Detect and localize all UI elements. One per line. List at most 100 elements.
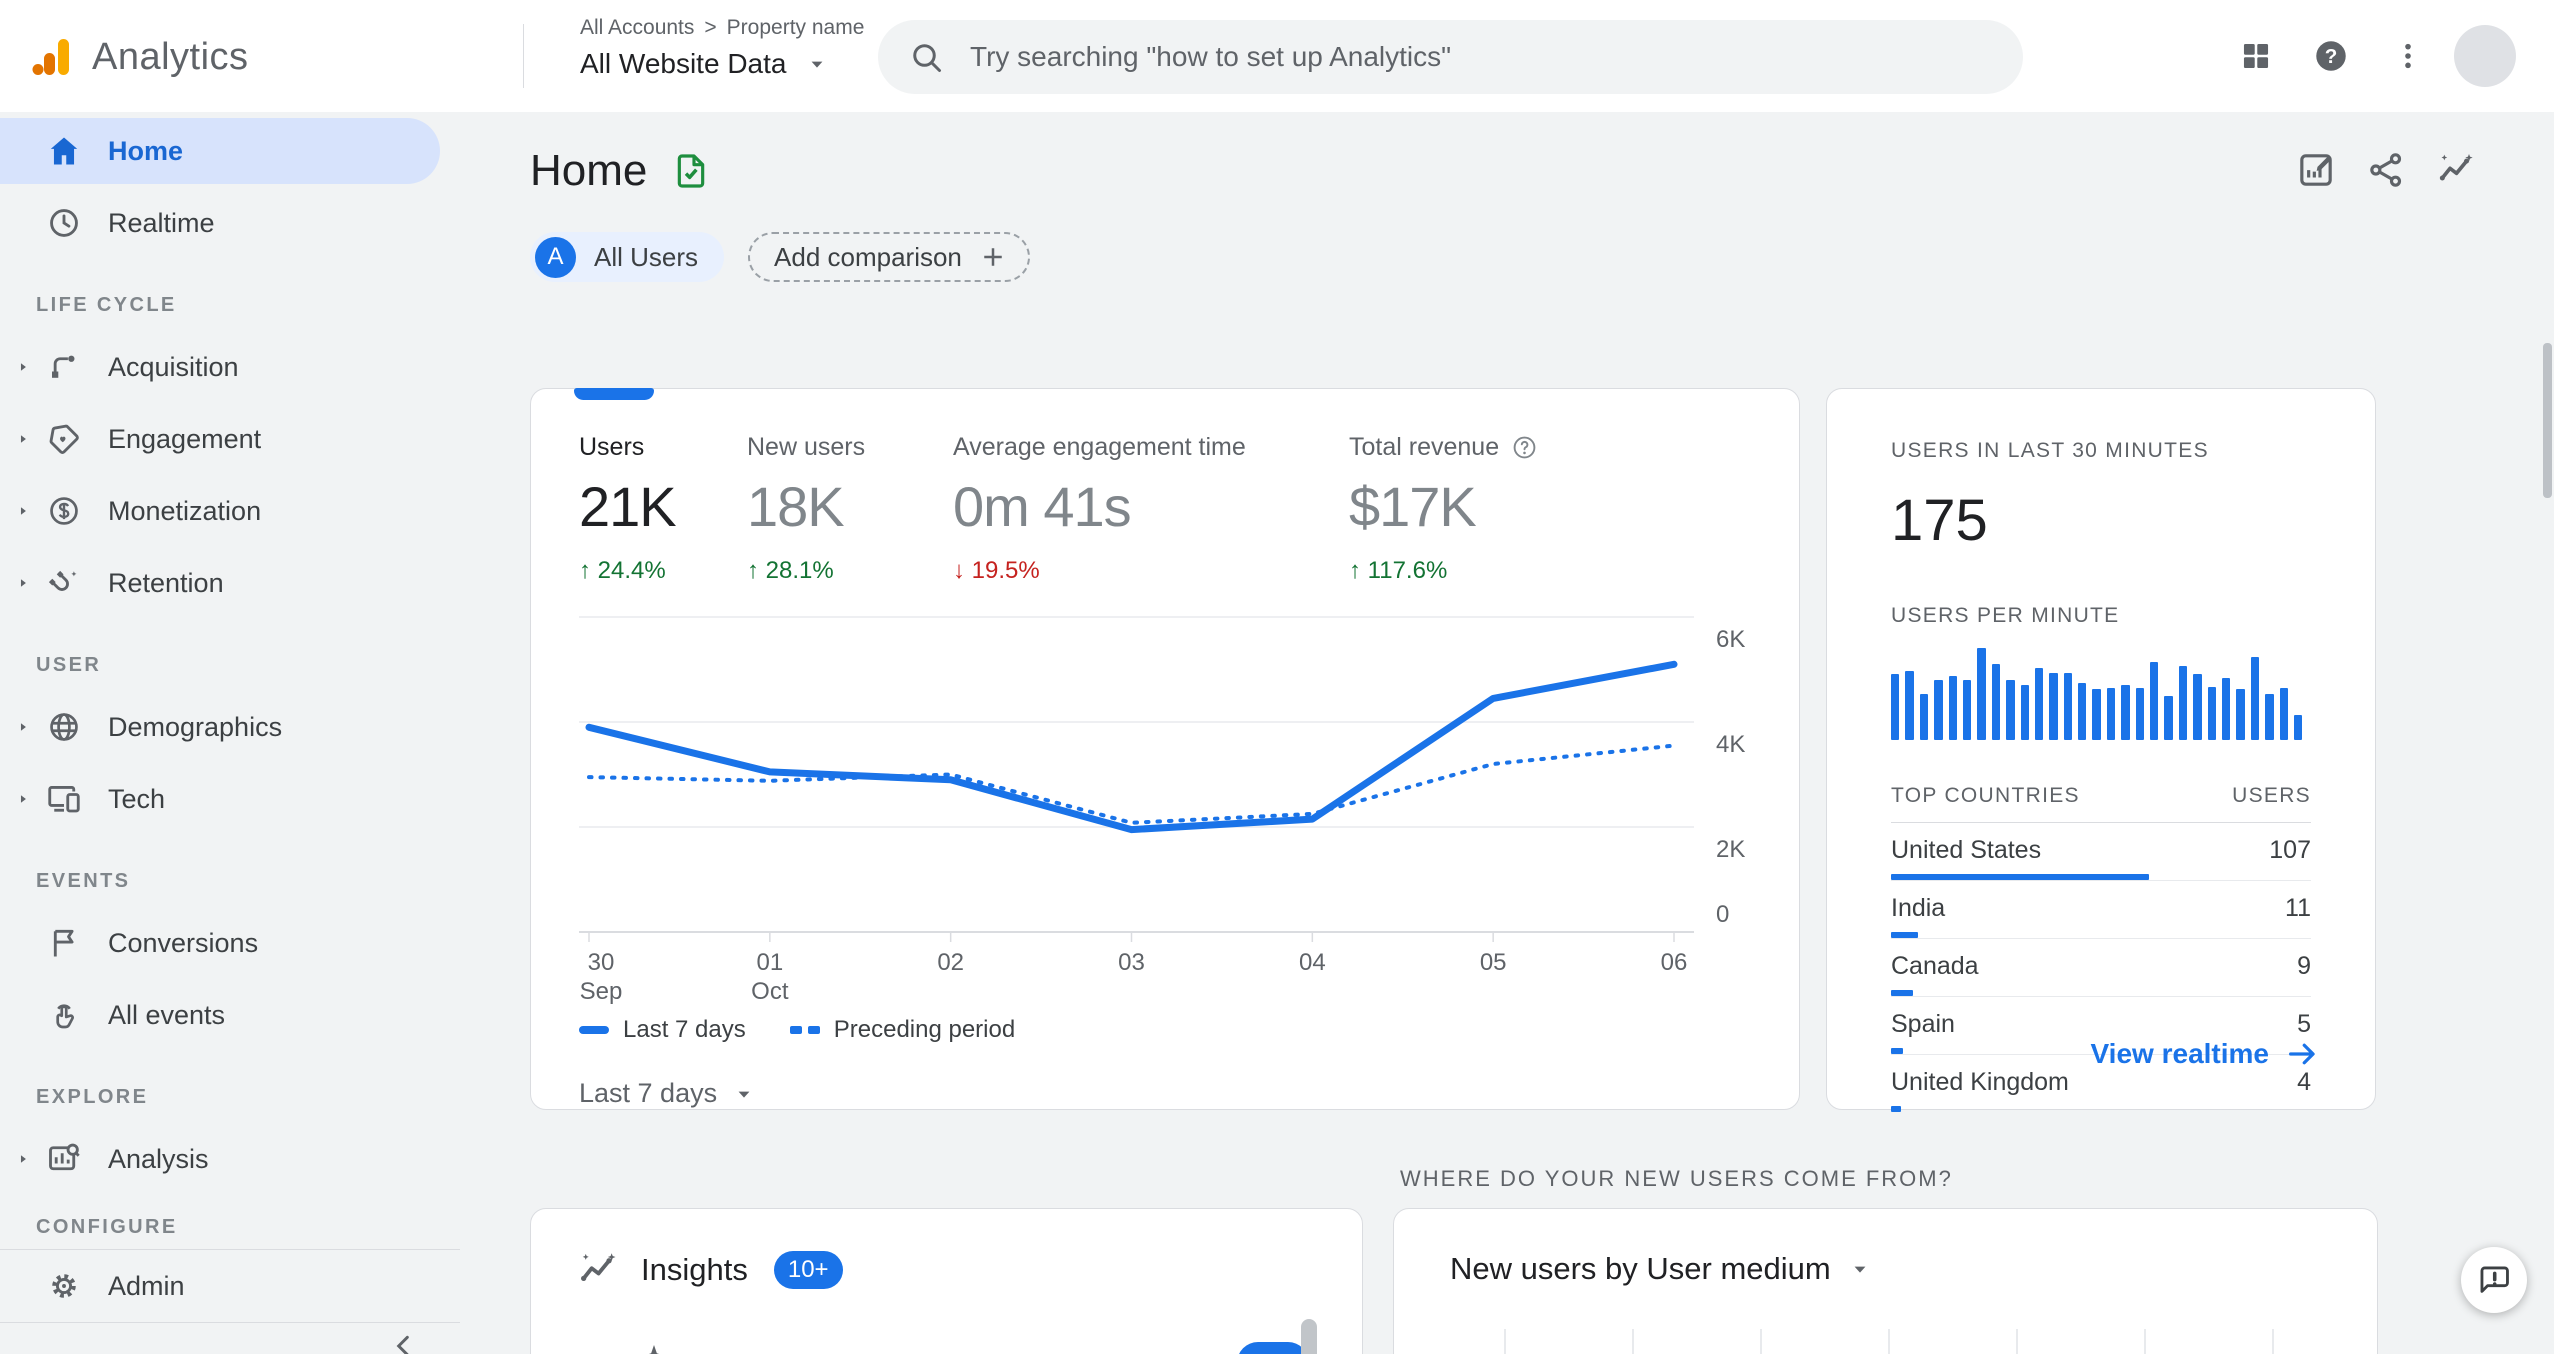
sidebar-item-analysis[interactable]: Analysis xyxy=(0,1123,460,1195)
expand-icon[interactable] xyxy=(0,432,46,446)
sidebar-item-realtime[interactable]: Realtime xyxy=(0,187,460,259)
country-name: Spain xyxy=(1891,1010,1955,1038)
legend-solid-marker xyxy=(579,1026,609,1034)
sidebar-item-tech[interactable]: Tech xyxy=(0,763,460,835)
minute-bar xyxy=(2279,688,2288,740)
apps-grid-icon[interactable] xyxy=(2239,39,2273,73)
svg-text:30: 30 xyxy=(588,949,615,976)
active-tab-indicator xyxy=(574,388,654,400)
svg-text:05: 05 xyxy=(1480,949,1507,976)
minute-bar xyxy=(1934,680,1943,740)
country-name: United States xyxy=(1891,836,2042,864)
sidebar-item-all-events[interactable]: All events xyxy=(0,979,460,1051)
sidebar-item-label: Tech xyxy=(108,783,166,814)
sidebar: Home Realtime LIFE CYCLE Acquisition Engagem… xyxy=(0,112,460,1354)
top-countries-header: TOP COUNTRIES xyxy=(1891,784,2080,807)
new-users-dimension-selector[interactable]: New users by User medium xyxy=(1450,1251,2377,1287)
expand-icon[interactable] xyxy=(0,504,46,518)
metric-tab-users[interactable]: Users 21K ↑ 24.4% xyxy=(579,433,747,585)
breadcrumb-property[interactable]: Property name xyxy=(727,16,865,40)
sidebar-item-label: Realtime xyxy=(108,207,215,238)
sidebar-item-engagement[interactable]: Engagement xyxy=(0,403,460,475)
sidebar-item-label: Retention xyxy=(108,567,224,598)
minute-bar xyxy=(2236,689,2245,740)
users-per-minute-label: USERS PER MINUTE xyxy=(1891,604,2120,627)
sidebar-item-label: Conversions xyxy=(108,927,259,958)
metric-tab-total-revenue[interactable]: Total revenue $17K ↑ 117.6% xyxy=(1349,433,1669,585)
breadcrumb[interactable]: All Accounts > Property name xyxy=(580,16,864,40)
analysis-icon xyxy=(46,1141,82,1177)
sidebar-item-label: Engagement xyxy=(108,423,262,454)
metric-tab-new-users[interactable]: New users 18K ↑ 28.1% xyxy=(747,433,953,585)
customize-report-icon[interactable] xyxy=(2296,150,2336,190)
minute-bar xyxy=(2135,688,2145,740)
sidebar-item-monetization[interactable]: Monetization xyxy=(0,475,460,547)
svg-text:2K: 2K xyxy=(1716,836,1745,863)
sidebar-item-label: Analysis xyxy=(108,1143,209,1174)
date-range-selector[interactable]: Last 7 days xyxy=(579,1078,1799,1109)
share-icon[interactable] xyxy=(2366,150,2406,190)
help-icon[interactable]: ? xyxy=(2312,37,2350,75)
sidebar-item-conversions[interactable]: Conversions xyxy=(0,907,460,979)
sidebar-item-retention[interactable]: Retention xyxy=(0,547,460,619)
all-users-chip[interactable]: A All Users xyxy=(530,232,725,282)
product-name: Analytics xyxy=(92,35,249,78)
expand-icon[interactable] xyxy=(0,1152,46,1166)
insights-scrollbar[interactable] xyxy=(1301,1319,1317,1354)
demographics-icon xyxy=(46,709,82,745)
metric-label: Average engagement time xyxy=(953,433,1246,461)
metric-label: Users xyxy=(579,433,645,461)
insights-icon[interactable] xyxy=(2436,150,2476,190)
insights-count-badge: 10+ xyxy=(773,1251,843,1289)
search-bar[interactable] xyxy=(878,20,2023,94)
help-outline-icon[interactable] xyxy=(1511,434,1538,461)
search-input[interactable] xyxy=(970,41,1890,73)
minute-bar xyxy=(2193,674,2202,740)
breadcrumb-separator: > xyxy=(704,16,717,39)
svg-text:02: 02 xyxy=(937,949,964,976)
arrow-right-icon xyxy=(2289,1043,2315,1065)
monetization-icon xyxy=(46,493,82,529)
legend-label: Last 7 days xyxy=(623,1016,746,1043)
minute-bar xyxy=(2063,673,2073,740)
more-vert-icon[interactable] xyxy=(2392,40,2424,72)
country-bar xyxy=(1891,1048,1903,1054)
minute-bar xyxy=(2265,694,2274,740)
feedback-chat-button[interactable] xyxy=(2461,1247,2527,1313)
sidebar-item-acquisition[interactable]: Acquisition xyxy=(0,331,460,403)
svg-text:4K: 4K xyxy=(1716,731,1745,758)
minute-bar xyxy=(2207,687,2216,740)
expand-icon[interactable] xyxy=(0,792,46,806)
collapse-sidebar-icon[interactable] xyxy=(388,1330,420,1354)
svg-text:Sep: Sep xyxy=(580,978,623,1005)
minute-bar xyxy=(2178,666,2188,740)
users-per-minute-chart xyxy=(1891,648,2311,740)
expand-icon[interactable] xyxy=(0,720,46,734)
tech-icon xyxy=(46,781,82,817)
country-name: India xyxy=(1891,894,1946,922)
sidebar-item-demographics[interactable]: Demographics xyxy=(0,691,460,763)
svg-text:03: 03 xyxy=(1118,949,1145,976)
view-realtime-link[interactable]: View realtime xyxy=(2091,1037,2319,1071)
metric-value: 18K xyxy=(747,475,845,538)
metric-tab-average-engagement-time[interactable]: Average engagement time 0m 41s ↓ 19.5% xyxy=(953,433,1349,585)
analytics-logo-icon[interactable] xyxy=(28,33,76,81)
chart-legend: Last 7 days Preceding period xyxy=(579,1016,1799,1044)
property-selector[interactable]: All Website Data xyxy=(580,48,864,80)
page-scrollbar[interactable] xyxy=(2543,343,2552,498)
expand-icon[interactable] xyxy=(0,576,46,590)
minute-bar xyxy=(2164,696,2173,740)
divider xyxy=(0,1322,460,1323)
sidebar-item-admin[interactable]: Admin xyxy=(0,1250,460,1322)
avatar[interactable] xyxy=(2454,25,2516,87)
country-row-canada: Canada 9 xyxy=(1891,939,2311,997)
expand-icon[interactable] xyxy=(0,360,46,374)
sidebar-item-home[interactable]: Home xyxy=(0,115,460,187)
breadcrumb-account[interactable]: All Accounts xyxy=(580,16,694,40)
all-events-icon xyxy=(46,997,82,1033)
add-comparison-button[interactable]: Add comparison xyxy=(748,232,1030,282)
insight-category-chip[interactable]: New xyxy=(1237,1342,1310,1354)
country-bar xyxy=(1891,932,1918,938)
minute-bar xyxy=(2092,689,2101,740)
country-users: 9 xyxy=(2297,952,2311,980)
